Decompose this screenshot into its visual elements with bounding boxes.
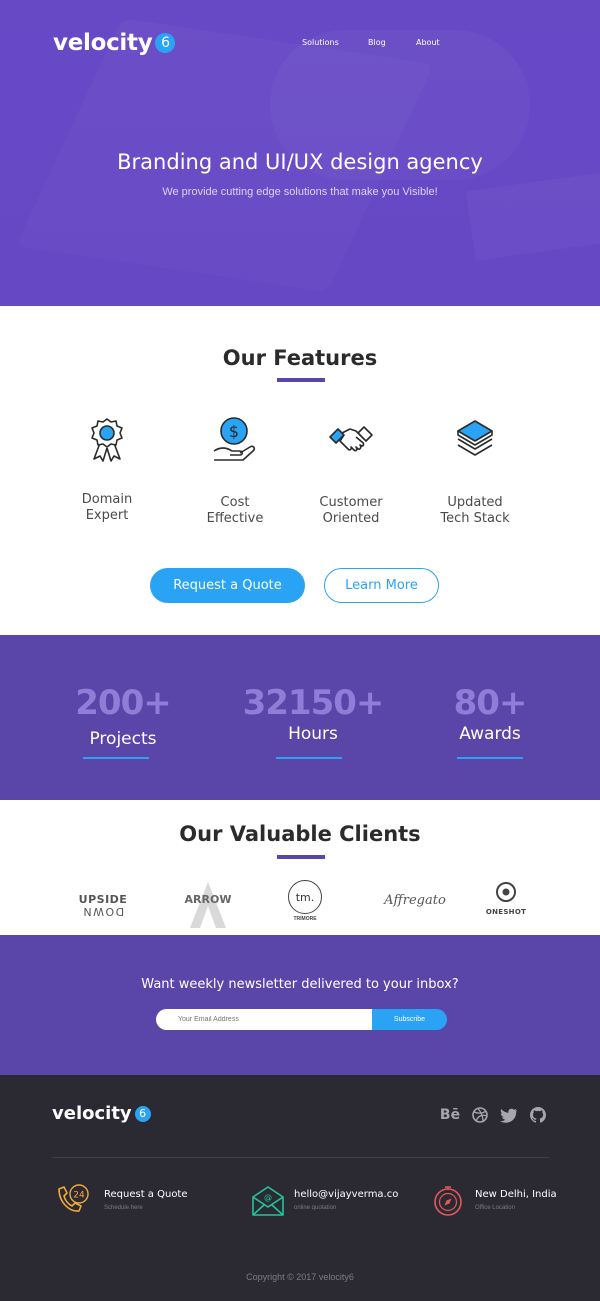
layers-stack-icon	[457, 420, 493, 456]
learn-more-button[interactable]: Learn More	[324, 568, 439, 603]
oneshot-logo-mark	[496, 882, 516, 902]
contact-subtitle: online quotation	[294, 1205, 337, 1211]
mail-icon: @	[252, 1186, 284, 1216]
feature-label-line1: Cost	[220, 495, 250, 510]
features-title-underline	[277, 378, 325, 382]
logo-text: velocity	[53, 30, 153, 56]
stat-underline	[83, 757, 149, 759]
contact-subtitle: Schedule here	[104, 1205, 143, 1211]
contact-title: New Delhi, India	[475, 1189, 557, 1200]
client-logo-text-flipped: DOWN	[81, 905, 125, 918]
client-logo-affregato: Affregato	[384, 893, 446, 908]
stat-value: 32150+	[242, 683, 385, 723]
stat-underline	[276, 757, 342, 759]
contact-subtitle: Office Location	[475, 1205, 515, 1211]
hero-subtitle: We provide cutting edge solutions that m…	[162, 186, 438, 198]
compass-location-icon	[434, 1186, 462, 1216]
nav-item-blog[interactable]: Blog	[368, 38, 386, 47]
client-logo-upside-down: UPSIDE DOWN	[72, 893, 134, 918]
newsletter-title: Want weekly newsletter delivered to your…	[141, 977, 459, 992]
svg-text:24: 24	[73, 1191, 85, 1201]
award-ribbon-icon	[91, 418, 123, 462]
feature-label-line1: Updated	[447, 495, 503, 510]
stat-value: 80+	[453, 683, 528, 723]
logo-badge: 6	[155, 33, 176, 53]
newsletter-email-input[interactable]	[156, 1009, 372, 1030]
svg-text:@: @	[264, 1193, 272, 1202]
feature-customer-oriented: Customer Oriented	[296, 415, 406, 526]
feature-label-line2: Tech Stack	[440, 511, 510, 526]
header-logo[interactable]: velocity 6	[53, 30, 176, 56]
features-title: Our Features	[222, 346, 378, 370]
footer-divider	[52, 1157, 549, 1158]
client-logo-oneshot: ONESHOT	[483, 881, 529, 916]
hero-section: velocity 6 Solutions Blog About Branding…	[0, 0, 600, 306]
hero-title: Branding and UI/UX design agency	[117, 150, 483, 174]
nav-item-solutions[interactable]: Solutions	[302, 38, 339, 47]
svg-text:$: $	[229, 422, 239, 441]
logo-text: velocity	[52, 1103, 132, 1124]
request-quote-button[interactable]: Request a Quote	[150, 568, 305, 603]
stat-label: Awards	[459, 724, 521, 744]
client-logo-subtext: TRIMORE	[293, 916, 317, 922]
stat-underline	[457, 757, 523, 759]
stat-value: 200+	[75, 683, 171, 723]
feature-label-line2: Effective	[206, 511, 264, 526]
contact-title: hello@vijayverma.co	[294, 1189, 399, 1200]
twitter-icon[interactable]	[499, 1105, 519, 1125]
feature-label-line1: Domain	[81, 492, 133, 507]
newsletter-section: Want weekly newsletter delivered to your…	[0, 935, 600, 1075]
subscribe-button[interactable]: Subscribe	[372, 1009, 447, 1030]
copyright-text: Copyright © 2017 velocity6	[246, 1272, 354, 1282]
footer-logo[interactable]: velocity 6	[52, 1103, 151, 1124]
feature-cost-effective: $ Cost Effective	[180, 415, 290, 526]
stat-label: Hours	[288, 724, 338, 744]
client-logo-text: ARROW	[184, 893, 232, 906]
stat-awards: 80+ Awards	[410, 683, 570, 759]
feature-label-line1: Customer	[319, 495, 383, 510]
client-logo-arrow: ARROW	[180, 880, 236, 930]
footer: velocity 6 Bē 24 Request a Quote Schedul…	[0, 1075, 600, 1301]
client-logo-trimore: tm. TRIMORE	[285, 880, 325, 922]
stat-projects: 200+ Projects	[43, 683, 203, 759]
clients-title-underline	[277, 855, 325, 859]
behance-icon[interactable]: Bē	[440, 1105, 460, 1125]
stat-label: Projects	[89, 729, 157, 749]
contact-location[interactable]: New Delhi, India Office Location	[430, 1183, 557, 1219]
feature-updated-tech-stack: Updated Tech Stack	[420, 415, 530, 526]
client-logo-text: tm.	[288, 880, 322, 914]
feature-label-line2: Expert	[85, 508, 129, 523]
stat-hours: 32150+ Hours	[233, 683, 393, 759]
github-icon[interactable]	[528, 1105, 548, 1125]
phone-24-icon: 24	[58, 1184, 89, 1212]
handshake-icon	[329, 426, 373, 452]
clients-title: Our Valuable Clients	[179, 822, 421, 846]
contact-title: Request a Quote	[104, 1189, 188, 1200]
stats-section: 200+ Projects 32150+ Hours 80+ Awards	[0, 635, 600, 800]
nav-item-about[interactable]: About	[416, 38, 440, 47]
client-logo-text: ONESHOT	[485, 908, 527, 916]
logo-badge: 6	[134, 1105, 151, 1122]
feature-label-line2: Oriented	[322, 511, 380, 526]
contact-request-quote[interactable]: 24 Request a Quote Schedule here	[54, 1183, 188, 1219]
dollar-hand-icon: $	[213, 417, 256, 461]
dribbble-icon[interactable]	[470, 1105, 490, 1125]
contact-email[interactable]: @ hello@vijayverma.co online quotation	[250, 1183, 398, 1219]
feature-domain-expert: Domain Expert	[52, 415, 162, 523]
